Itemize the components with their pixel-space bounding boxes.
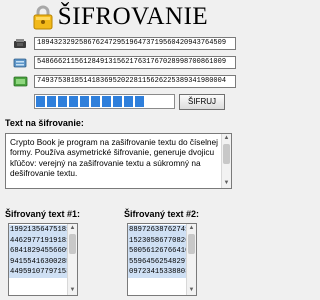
usb-key-icon bbox=[14, 39, 26, 48]
progress-segment bbox=[91, 96, 100, 107]
scroll-up-icon[interactable]: ▲ bbox=[68, 224, 77, 233]
public-key-field-1[interactable]: 1894323292586762472951964737195604209437… bbox=[34, 37, 236, 50]
plaintext-label: Text na šifrovanie: bbox=[5, 118, 84, 128]
page-title: ŠIFROVANIE bbox=[57, 3, 209, 30]
progress-segment bbox=[124, 96, 133, 107]
progress-fill bbox=[36, 96, 173, 107]
public-key-field-3[interactable]: 7493753818514183695202281156262253893419… bbox=[34, 75, 236, 88]
cipher2-line: 5005612676641049 bbox=[129, 247, 186, 256]
key-row-1: 1894323292586762472951964737195604209437… bbox=[13, 37, 238, 50]
cipher1-label: Šifrovaný text #1: bbox=[5, 209, 81, 219]
key-row-2: 5486662115612849131562176317670289987008… bbox=[13, 56, 238, 69]
scroll-thumb[interactable] bbox=[223, 144, 230, 164]
progress-segment bbox=[102, 96, 111, 107]
cipher2-line: 8897263876274112744 bbox=[129, 226, 186, 234]
lock-icon bbox=[33, 5, 53, 30]
scroll-down-icon[interactable]: ▼ bbox=[222, 179, 231, 188]
cipher1-output[interactable]: 1992135647518115244 4462977191918196 68418… bbox=[8, 223, 78, 296]
cipher2-scrollbar[interactable]: ▲ ▼ bbox=[186, 224, 196, 295]
scroll-thumb[interactable] bbox=[188, 234, 195, 254]
database-key-icon bbox=[13, 58, 27, 68]
plaintext-value: Crypto Book je program na zašifrovanie t… bbox=[10, 137, 218, 178]
cipher1-text: 1992135647518115244 4462977191918196 68418… bbox=[9, 225, 67, 278]
encrypt-button[interactable]: ŠIFRUJ bbox=[179, 94, 225, 110]
title-row: ŠIFROVANIE bbox=[0, 2, 240, 32]
progress-segment bbox=[36, 96, 45, 107]
cipher1-line: 9415541630028515 bbox=[10, 257, 67, 266]
cipher1-line: 1992135647518115244 bbox=[10, 226, 67, 234]
scroll-down-icon[interactable]: ▼ bbox=[68, 286, 77, 295]
key-row-3: 7493753818514183695202281156262253893419… bbox=[13, 75, 238, 88]
public-key-field-2[interactable]: 5486662115612849131562176317670289987008… bbox=[34, 56, 236, 69]
progress-segment bbox=[58, 96, 67, 107]
progress-segment bbox=[69, 96, 78, 107]
cipher1-line: 6841829455660927 bbox=[10, 247, 67, 256]
encryption-progress-bar bbox=[34, 94, 175, 109]
cipher2-line: 0972341533880361 bbox=[129, 268, 186, 277]
cipher1-line: 4462977191918196 bbox=[10, 236, 67, 245]
cipher2-line: 1523058677082621 bbox=[129, 236, 186, 245]
plaintext-input[interactable]: Crypto Book je program na zašifrovanie t… bbox=[5, 133, 232, 189]
battery-key-icon bbox=[13, 76, 28, 87]
cipher1-scrollbar[interactable]: ▲ ▼ bbox=[67, 224, 77, 295]
progress-segment bbox=[80, 96, 89, 107]
cipher2-label: Šifrovaný text #2: bbox=[124, 209, 200, 219]
cipher1-line: 4495910779715315 bbox=[10, 268, 67, 277]
cipher2-line: 5596456254829732 bbox=[129, 257, 186, 266]
scroll-up-icon[interactable]: ▲ bbox=[187, 224, 196, 233]
progress-segment bbox=[135, 96, 144, 107]
cipher2-output[interactable]: 8897263876274112744 1523058677082621 50056… bbox=[127, 223, 197, 296]
scroll-down-icon[interactable]: ▼ bbox=[187, 286, 196, 295]
plaintext-scrollbar[interactable]: ▲ ▼ bbox=[221, 134, 231, 188]
scroll-up-icon[interactable]: ▲ bbox=[222, 134, 231, 143]
progress-segment bbox=[113, 96, 122, 107]
cipher2-text: 8897263876274112744 1523058677082621 50056… bbox=[128, 225, 186, 278]
scroll-thumb[interactable] bbox=[69, 234, 76, 254]
progress-segment bbox=[47, 96, 56, 107]
